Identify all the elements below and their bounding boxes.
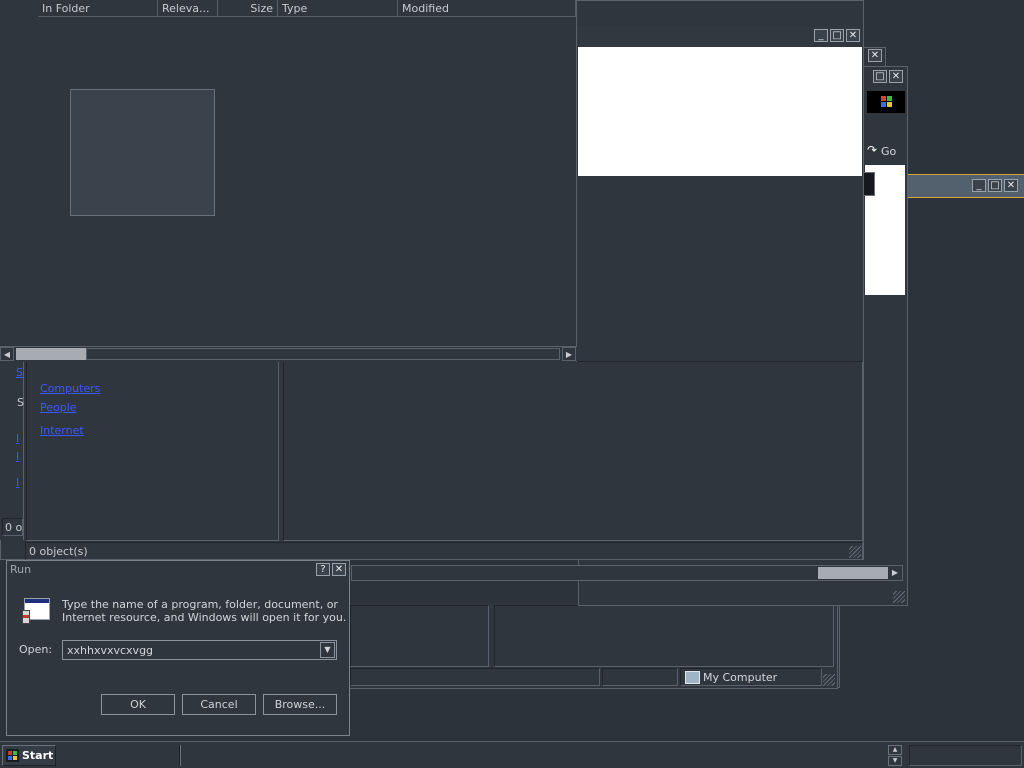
my-computer-icon <box>685 671 700 684</box>
scroll-right-arrow[interactable]: ▶ <box>562 347 576 361</box>
status-cell <box>602 668 678 686</box>
close-button[interactable]: ✕ <box>889 70 903 83</box>
search-window-titlebar: _ □ ✕ <box>577 26 863 46</box>
help-button[interactable]: ? <box>316 563 330 576</box>
scrollbar-thumb[interactable] <box>16 348 86 360</box>
horizontal-scrollbar[interactable]: ◀ ▶ <box>0 346 577 361</box>
search-pane: Computers People Internet <box>26 361 279 541</box>
clipped-link[interactable]: I <box>16 432 19 445</box>
run-title: Run <box>10 563 32 576</box>
list-view-window: In Folder Releva... Size Type Modified ◀… <box>0 0 577 362</box>
search-link-computers[interactable]: Computers <box>40 382 100 395</box>
preview-white-area <box>578 47 862 176</box>
system-tray <box>909 745 1022 766</box>
taskbar-scroll-up[interactable]: ▲ <box>888 745 902 755</box>
dropdown-arrow-icon[interactable]: ▼ <box>320 642 335 658</box>
scroll-track[interactable] <box>86 348 560 360</box>
minimize-button[interactable]: _ <box>972 179 986 192</box>
maximize-button[interactable]: □ <box>830 29 844 42</box>
run-program-icon <box>22 598 50 624</box>
start-label: Start <box>22 749 54 762</box>
ok-button[interactable]: OK <box>101 694 175 715</box>
run-description-line2: Internet resource, and Windows will open… <box>62 611 347 624</box>
go-arrow-icon: ↷ <box>867 143 878 157</box>
clipped-link[interactable]: I <box>16 476 19 489</box>
column-header-size[interactable]: Size <box>218 0 278 17</box>
column-header-modified[interactable]: Modified <box>398 0 576 17</box>
status-location-cell: My Computer <box>680 668 822 686</box>
search-link-people[interactable]: People <box>40 401 77 414</box>
status-location-text: My Computer <box>703 671 778 684</box>
open-label: Open: <box>19 643 53 656</box>
scroll-left-arrow[interactable]: ◀ <box>0 347 14 361</box>
resize-grip[interactable] <box>823 674 835 686</box>
open-input[interactable]: xxhhxvxvcxvgg <box>67 644 153 657</box>
start-logo-icon <box>6 749 19 762</box>
go-label: Go <box>881 145 897 158</box>
maximize-button[interactable]: □ <box>873 70 887 83</box>
resize-grip[interactable] <box>893 591 905 603</box>
clipped-link[interactable]: S <box>16 366 23 379</box>
right-pane <box>494 605 834 667</box>
close-button[interactable]: ✕ <box>846 29 860 42</box>
status-cell <box>350 668 600 686</box>
browse-button[interactable]: Browse... <box>263 694 337 715</box>
go-button[interactable]: ↷ Go <box>865 143 905 161</box>
close-button[interactable]: ✕ <box>1004 179 1018 192</box>
taskbar-scroll-down[interactable]: ▼ <box>888 756 902 766</box>
maximize-button[interactable]: □ <box>988 179 1002 192</box>
windows-logo-icon <box>867 91 905 113</box>
scrollbar-thumb[interactable] <box>818 567 888 579</box>
taskbar: Start ▲ ▼ <box>0 741 1024 768</box>
thumbnail-placeholder <box>70 89 215 216</box>
run-titlebar: Run ? ✕ <box>7 561 349 578</box>
cancel-button[interactable]: Cancel <box>182 694 256 715</box>
minimize-button[interactable]: _ <box>814 29 828 42</box>
results-pane <box>283 361 863 541</box>
column-header-relevance[interactable]: Releva... <box>158 0 218 17</box>
status-text: 0 object(s) <box>29 545 88 558</box>
clipped-text: S <box>17 396 24 409</box>
close-button[interactable]: ✕ <box>332 563 346 576</box>
resize-grip[interactable] <box>849 546 861 558</box>
left-pane <box>350 605 489 667</box>
scroll-right-arrow[interactable]: ▶ <box>888 566 902 580</box>
open-combobox[interactable]: xxhhxvxvcxvgg ▼ <box>62 640 337 660</box>
clipped-window-left: S S I I I 0 ol <box>0 358 24 540</box>
clipped-status-text: 0 ol <box>5 521 23 534</box>
column-header-in-folder[interactable]: In Folder <box>38 0 158 17</box>
window-far-right: _ □ ✕ <box>900 174 1024 198</box>
search-link-internet[interactable]: Internet <box>40 424 84 437</box>
column-header-type[interactable]: Type <box>278 0 398 17</box>
run-description-line1: Type the name of a program, folder, docu… <box>62 598 338 611</box>
start-button[interactable]: Start <box>2 745 56 766</box>
clipped-status: 0 ol <box>2 518 23 536</box>
taskbar-separator <box>179 745 181 766</box>
my-computer-lower-pane: My Computer <box>350 603 838 689</box>
horizontal-scrollbar[interactable]: ▶ <box>351 565 903 581</box>
run-dialog: Run ? ✕ Type the name of a program, fold… <box>6 560 350 736</box>
clipped-link[interactable]: I <box>16 450 19 463</box>
close-button[interactable]: ✕ <box>868 49 882 62</box>
status-bar: 0 object(s) <box>25 542 863 560</box>
